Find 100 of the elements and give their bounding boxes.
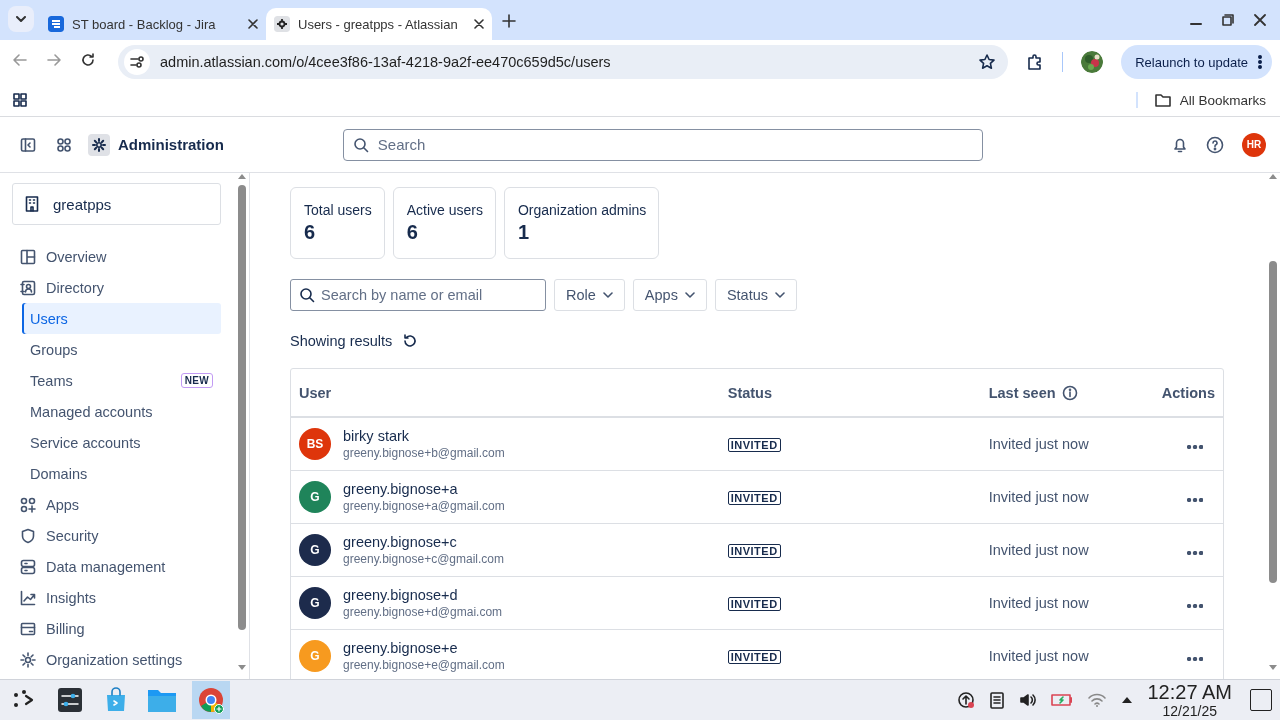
scroll-down-icon[interactable] [1268, 665, 1278, 671]
sidebar-item[interactable]: Apps [12, 489, 221, 520]
folder-icon[interactable] [147, 687, 177, 713]
sidebar-item[interactable]: Security [12, 520, 221, 551]
sidebar-item[interactable]: Users [22, 303, 221, 334]
sidebar-item[interactable]: Organization settings [12, 644, 221, 675]
tab-list-button[interactable] [8, 6, 34, 32]
volume-icon[interactable] [1019, 692, 1038, 708]
chevron-icon [775, 292, 785, 298]
forward-icon[interactable] [46, 52, 62, 68]
last-seen-text: Invited just now [988, 489, 1089, 505]
user-avatar[interactable]: HR [1242, 132, 1266, 157]
scroll-down-icon[interactable] [237, 665, 247, 671]
info-icon [1061, 384, 1078, 401]
more-icon [1187, 497, 1203, 502]
user-email: greeny.bignose+d@gmai.com [343, 605, 503, 619]
stat-label: Active users [406, 202, 483, 218]
close-icon[interactable] [1254, 14, 1266, 26]
browser-tab[interactable]: ST board - Backlog - Jira [40, 8, 266, 40]
filter-dropdown[interactable]: Apps [632, 279, 707, 311]
user-avatar: BS [299, 428, 331, 460]
site-settings-icon[interactable] [129, 54, 145, 70]
clock[interactable]: 12:27 AM 12/21/25 [1147, 682, 1232, 718]
star-icon[interactable] [978, 53, 997, 71]
stat-label: Organization admins [517, 202, 647, 218]
back-icon[interactable] [12, 52, 28, 68]
board-icon [48, 16, 64, 32]
show-desktop-button[interactable] [1250, 689, 1272, 711]
sidebar-item[interactable]: Overview [12, 241, 221, 272]
filter-dropdown[interactable]: Role [554, 279, 625, 311]
reload-icon[interactable] [80, 52, 96, 68]
profile-avatar[interactable] [1081, 51, 1104, 73]
more-icon [1187, 656, 1203, 661]
user-avatar: G [299, 640, 331, 672]
more-icon [1258, 55, 1262, 69]
sidebar-item[interactable]: Managed accounts [12, 396, 221, 427]
store-bag-icon[interactable] [104, 687, 128, 713]
app-switcher-icon[interactable] [56, 136, 72, 153]
sidebar-item[interactable]: Groups [12, 334, 221, 365]
browser-icon[interactable] [197, 686, 225, 714]
results-label: Showing results [290, 333, 393, 349]
close-icon [474, 18, 484, 29]
user-name: greeny.bignose+a [343, 481, 459, 497]
user-name: birky stark [343, 428, 411, 444]
all-bookmarks-button[interactable]: All Bookmarks [1135, 92, 1266, 108]
user-email: greeny.bignose+a@gmail.com [343, 499, 505, 513]
new-tab-icon[interactable] [502, 14, 516, 28]
user-avatar: G [299, 481, 331, 513]
stat-label: Total users [304, 202, 372, 218]
sidebar-item[interactable]: Service accounts [12, 427, 221, 458]
column-header: User [299, 384, 332, 401]
credit-card-icon [20, 620, 36, 637]
column-header: Last seen [988, 384, 1056, 401]
more-icon [1187, 444, 1203, 449]
chevron-icon [602, 292, 613, 298]
update-icon[interactable] [957, 691, 976, 709]
user-search-field[interactable]: Search by name or email [290, 279, 546, 311]
sidebar-item[interactable]: Billing [12, 613, 221, 644]
relaunch-button[interactable]: Relaunch to update [1121, 45, 1272, 79]
last-seen-text: Invited just now [988, 595, 1089, 611]
sidebar-item[interactable]: Data management [12, 551, 221, 582]
apps-icon [20, 496, 36, 513]
sidebar-item[interactable]: Insights [12, 582, 221, 613]
apps-grid-icon[interactable] [12, 92, 28, 108]
scrollbar-thumb[interactable] [238, 185, 246, 630]
user-avatar: G [299, 587, 331, 619]
search-field[interactable]: Search [342, 128, 983, 161]
stat-value: 1 [517, 221, 531, 244]
restore-icon[interactable] [1222, 14, 1234, 26]
layout-icon [20, 248, 36, 265]
database-icon [20, 558, 36, 575]
more-icon [1187, 603, 1203, 608]
user-email: greeny.bignose+b@gmail.com [343, 446, 505, 460]
clipboard-icon[interactable] [989, 691, 1006, 709]
organization-selector[interactable]: greatpps [12, 183, 221, 225]
sidebar-item[interactable]: Directory [12, 272, 221, 303]
scrollbar-thumb[interactable] [1269, 261, 1277, 583]
chart-icon [20, 589, 36, 606]
close-icon [248, 18, 258, 29]
sidebar-toggle-icon[interactable] [20, 136, 36, 153]
last-seen-text: Invited just now [988, 436, 1089, 452]
tray-expand-icon[interactable] [1121, 696, 1134, 704]
reset-icon[interactable] [402, 333, 419, 349]
column-header: Status [727, 384, 773, 401]
battery-icon[interactable] [1051, 693, 1074, 707]
folder-icon [1153, 92, 1172, 108]
user-name: greeny.bignose+c [343, 534, 458, 550]
browser-tab[interactable]: Users - greatpps - Atlassian [266, 8, 492, 40]
contact-card-icon [20, 279, 36, 296]
sidebar-item[interactable]: Teams NEW [12, 365, 221, 396]
filter-dropdown[interactable]: Status [714, 279, 797, 311]
sidebar-item[interactable]: Domains [12, 458, 221, 489]
wifi-icon[interactable] [1087, 692, 1108, 708]
help-icon[interactable] [1206, 135, 1224, 154]
building-icon [25, 196, 39, 212]
stat-value: 6 [304, 221, 317, 244]
system-settings-icon[interactable] [57, 687, 83, 713]
search-icon [299, 287, 315, 303]
user-email: greeny.bignose+e@gmail.com [343, 658, 505, 672]
status-lozenge: INVITED [727, 544, 781, 558]
